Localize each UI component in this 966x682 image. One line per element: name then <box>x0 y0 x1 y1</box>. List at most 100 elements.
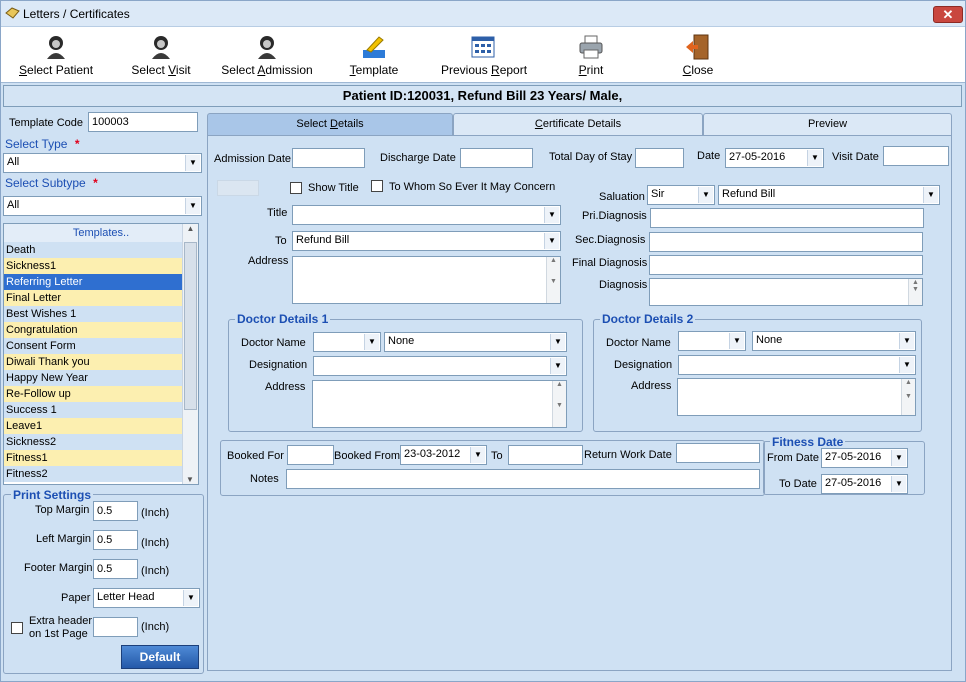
visit-date-label: Visit Date <box>832 151 879 163</box>
chevron-down-icon[interactable]: ▼ <box>899 357 914 373</box>
address-textarea[interactable] <box>292 256 561 304</box>
template-list-item[interactable]: Diwali Thank you <box>4 354 182 370</box>
template-code-input[interactable] <box>88 112 198 132</box>
template-list-item[interactable]: Best Wishes 1 <box>4 306 182 322</box>
title-label: Title <box>267 207 288 219</box>
pri-diagnosis-input[interactable] <box>650 208 924 228</box>
template-list-item[interactable]: Sickness2 <box>4 434 182 450</box>
previous-report-button[interactable]: Previous Report <box>441 27 527 83</box>
address-scrollbar[interactable]: ▲ ▼ <box>546 257 560 303</box>
templates-scrollbar[interactable]: ▲ ▼ <box>182 224 198 484</box>
from-date-picker[interactable]: 27-05-2016 ▼ <box>821 448 908 468</box>
chevron-down-icon[interactable]: ▼ <box>364 334 379 350</box>
doctor2-name-dropdown[interactable]: None ▼ <box>752 331 916 351</box>
exit-door-icon <box>686 34 709 60</box>
show-title-checkbox[interactable] <box>290 182 302 194</box>
template-list-item[interactable]: Fitness1 <box>4 450 182 466</box>
final-diagnosis-input[interactable] <box>649 255 923 275</box>
doctor2-prefix-dropdown[interactable]: ▼ <box>678 331 746 351</box>
close-button[interactable]: Close <box>681 27 715 83</box>
chevron-down-icon[interactable]: ▼ <box>470 447 485 463</box>
chevron-down-icon[interactable]: ▼ <box>183 590 198 606</box>
booked-for-input[interactable] <box>287 445 334 465</box>
tab-preview[interactable]: Preview <box>703 113 952 135</box>
tab-certificate-details[interactable]: Certificate Details <box>453 113 703 135</box>
discharge-date-input[interactable] <box>460 148 533 168</box>
paper-dropdown[interactable]: Letter Head ▼ <box>93 588 200 608</box>
doctor1-name-dropdown[interactable]: None ▼ <box>384 332 567 352</box>
select-type-dropdown[interactable]: All ▼ <box>3 153 202 173</box>
diagnosis-textarea[interactable] <box>649 278 923 306</box>
chevron-down-icon[interactable]: ▼ <box>891 450 906 466</box>
salutation-name-dropdown[interactable]: Refund Bill ▼ <box>718 185 940 205</box>
to-label: To <box>275 235 287 247</box>
to-date-picker[interactable]: 27-05-2016 ▼ <box>821 474 908 494</box>
chevron-down-icon[interactable]: ▼ <box>729 333 744 349</box>
booked-from-picker[interactable]: 23-03-2012 ▼ <box>400 445 487 465</box>
select-subtype-dropdown[interactable]: All ▼ <box>3 196 202 216</box>
doctor1-address-scrollbar[interactable]: ▲ ▼ <box>552 381 566 427</box>
admission-date-input[interactable] <box>292 148 365 168</box>
chevron-down-icon[interactable]: ▼ <box>923 187 938 203</box>
default-button[interactable]: Default <box>121 645 199 669</box>
template-list-item[interactable]: Success 1 <box>4 402 182 418</box>
to-dropdown[interactable]: Refund Bill ▼ <box>292 231 561 251</box>
visit-date-input[interactable] <box>883 146 949 166</box>
salutation-prefix-dropdown[interactable]: Sir ▼ <box>647 185 715 205</box>
template-list-item[interactable]: Final Letter <box>4 290 182 306</box>
doctor2-designation-dropdown[interactable]: ▼ <box>678 355 916 375</box>
date-picker[interactable]: 27-05-2016 ▼ <box>725 148 824 168</box>
template-list-item[interactable]: Death <box>4 242 182 258</box>
template-list-item[interactable]: Sickness1 <box>4 258 182 274</box>
scrollbar-thumb[interactable] <box>184 242 197 410</box>
chevron-down-icon[interactable]: ▼ <box>185 155 200 171</box>
template-icon <box>363 36 385 58</box>
doctor2-address-scrollbar[interactable]: ▲ ▼ <box>901 379 915 415</box>
diagnosis-scrollbar[interactable]: ▲ ▼ <box>908 279 922 305</box>
template-list-item[interactable]: Happy New Year <box>4 370 182 386</box>
template-button[interactable]: Template <box>346 27 402 83</box>
footer-margin-input[interactable] <box>93 559 138 579</box>
tab-select-details[interactable]: Select Details <box>207 113 453 135</box>
template-list-item[interactable]: Consent Form <box>4 338 182 354</box>
notes-input[interactable] <box>286 469 760 489</box>
template-list-item[interactable]: Re-Follow up <box>4 386 182 402</box>
return-work-input[interactable] <box>676 443 760 463</box>
chevron-down-icon[interactable]: ▼ <box>550 358 565 374</box>
template-list-item[interactable]: Fitness2 <box>4 466 182 482</box>
sec-diagnosis-input[interactable] <box>649 232 923 252</box>
chevron-down-icon[interactable]: ▼ <box>544 233 559 249</box>
print-button[interactable]: Print <box>574 27 608 83</box>
booking-to-input[interactable] <box>508 445 583 465</box>
select-patient-button[interactable]: Select Patient <box>19 27 93 83</box>
select-visit-button[interactable]: Select Visit <box>131 27 191 83</box>
extra-header-input[interactable] <box>93 617 138 637</box>
printer-icon <box>579 35 603 59</box>
chevron-down-icon[interactable]: ▼ <box>550 334 565 350</box>
chevron-down-icon[interactable]: ▼ <box>891 476 906 492</box>
chevron-down-icon[interactable]: ▼ <box>544 207 559 223</box>
toolbar: Select Patient Select Visit Select Admissi… <box>1 27 965 83</box>
template-list-item[interactable]: Referring Letter <box>4 274 182 290</box>
template-list-item[interactable]: Congratulation <box>4 322 182 338</box>
window-title: Letters / Certificates <box>23 7 130 21</box>
select-admission-button[interactable]: Select Admission <box>221 27 313 83</box>
total-stay-input[interactable] <box>635 148 684 168</box>
window-close-icon[interactable]: ✕ <box>933 6 963 23</box>
title-dropdown[interactable]: ▼ <box>292 205 561 225</box>
chevron-down-icon[interactable]: ▼ <box>698 187 713 203</box>
doctor1-address-textarea[interactable] <box>312 380 567 428</box>
chevron-down-icon[interactable]: ▼ <box>899 333 914 349</box>
doctor1-prefix-dropdown[interactable]: ▼ <box>313 332 381 352</box>
doctor2-address-textarea[interactable] <box>677 378 916 416</box>
doctor1-designation-dropdown[interactable]: ▼ <box>313 356 567 376</box>
doctor1-name-label: Doctor Name <box>241 337 306 349</box>
chevron-down-icon[interactable]: ▼ <box>807 150 822 166</box>
template-list-item[interactable]: Leave1 <box>4 418 182 434</box>
to-whom-checkbox[interactable] <box>371 180 383 192</box>
admission-date-label: Admission Date <box>214 153 292 165</box>
extra-header-checkbox[interactable] <box>11 622 23 634</box>
chevron-down-icon[interactable]: ▼ <box>185 198 200 214</box>
left-margin-input[interactable] <box>93 530 138 550</box>
top-margin-input[interactable] <box>93 501 138 521</box>
